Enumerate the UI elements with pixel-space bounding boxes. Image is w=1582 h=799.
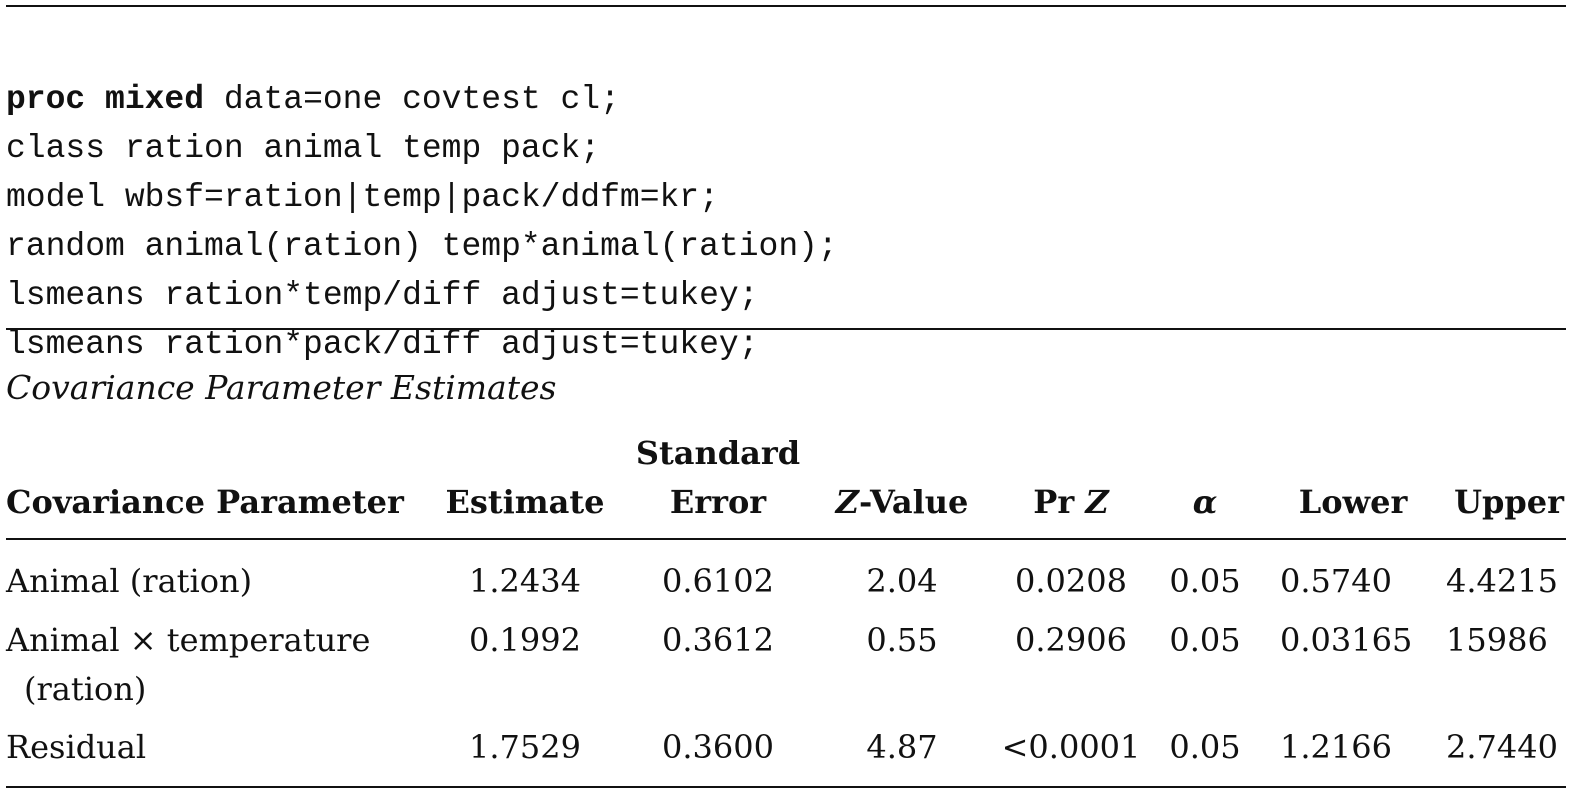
header-lower: Lower bbox=[1298, 483, 1408, 521]
table-caption: Covariance Parameter Estimates bbox=[6, 368, 557, 407]
header-alpha: α bbox=[1160, 483, 1250, 521]
header-zvalue: Z-Value bbox=[822, 483, 982, 521]
code-bottom-rule bbox=[6, 328, 1566, 330]
code-line: model wbsf=ration|temp|pack/ddfm=kr; bbox=[6, 173, 838, 222]
code-text: random animal(ration) temp*animal(ration… bbox=[6, 228, 838, 265]
cell-alpha: 0.05 bbox=[1169, 728, 1241, 766]
cell-zvalue: 2.04 bbox=[866, 562, 938, 600]
header-prz-z: Z bbox=[1085, 483, 1109, 521]
cell-parameter: Animal (ration) bbox=[6, 562, 253, 600]
header-rule bbox=[6, 538, 1566, 540]
table-bottom-rule bbox=[6, 786, 1566, 788]
cell-alpha: 0.05 bbox=[1169, 562, 1241, 600]
cell-stderr: 0.6102 bbox=[662, 562, 774, 600]
header-stderr-bottom: Error bbox=[669, 483, 767, 521]
code-text: lsmeans ration*temp/diff adjust=tukey; bbox=[6, 277, 759, 314]
header-prz-pr: Pr bbox=[1033, 483, 1086, 521]
header-alpha-symbol: α bbox=[1192, 483, 1218, 521]
header-prz: Pr Z bbox=[996, 483, 1146, 521]
code-keyword: proc mixed bbox=[6, 81, 205, 118]
cell-zvalue: 4.87 bbox=[866, 728, 938, 766]
sas-code-block: proc mixed data=one covtest cl; class rat… bbox=[6, 26, 838, 418]
cell-prz: <0.0001 bbox=[1001, 728, 1141, 766]
cell-upper: 2.7440 bbox=[1446, 728, 1558, 766]
cell-lower: 0.5740 bbox=[1280, 562, 1392, 600]
code-text: data=one covtest cl; bbox=[204, 81, 620, 118]
top-rule bbox=[6, 5, 1566, 7]
cell-lower: 1.2166 bbox=[1280, 728, 1392, 766]
cell-stderr: 0.3600 bbox=[662, 728, 774, 766]
cell-stderr: 0.3612 bbox=[662, 621, 774, 659]
cell-estimate: 1.7529 bbox=[469, 728, 581, 766]
code-line: proc mixed data=one covtest cl; bbox=[6, 75, 838, 124]
code-text: class ration animal temp pack; bbox=[6, 130, 601, 167]
header-zvalue-z: Z bbox=[835, 483, 859, 521]
cell-parameter-continued: (ration) bbox=[24, 670, 147, 708]
cell-parameter: Animal × temperature bbox=[6, 621, 371, 659]
cell-estimate: 1.2434 bbox=[469, 562, 581, 600]
code-text: model wbsf=ration|temp|pack/ddfm=kr; bbox=[6, 179, 719, 216]
cell-estimate: 0.1992 bbox=[469, 621, 581, 659]
cell-zvalue: 0.55 bbox=[866, 621, 938, 659]
cell-alpha: 0.05 bbox=[1169, 621, 1241, 659]
cell-prz: 0.0208 bbox=[1015, 562, 1127, 600]
header-upper: Upper bbox=[1454, 483, 1564, 521]
code-line: lsmeans ration*temp/diff adjust=tukey; bbox=[6, 271, 838, 320]
header-estimate: Estimate bbox=[445, 483, 605, 521]
cell-prz: 0.2906 bbox=[1015, 621, 1127, 659]
cell-parameter: Residual bbox=[6, 728, 147, 766]
header-zvalue-rest: -Value bbox=[859, 483, 969, 521]
code-line: random animal(ration) temp*animal(ration… bbox=[6, 222, 838, 271]
cell-upper: 4.4215 bbox=[1446, 562, 1558, 600]
code-text: lsmeans ration*pack/diff adjust=tukey; bbox=[6, 326, 759, 363]
header-parameter: Covariance Parameter bbox=[6, 483, 404, 521]
cell-lower: 0.03165 bbox=[1280, 621, 1413, 659]
cell-upper: 15986 bbox=[1446, 621, 1548, 659]
header-stderr-top: Standard bbox=[635, 434, 801, 472]
code-line: class ration animal temp pack; bbox=[6, 124, 838, 173]
